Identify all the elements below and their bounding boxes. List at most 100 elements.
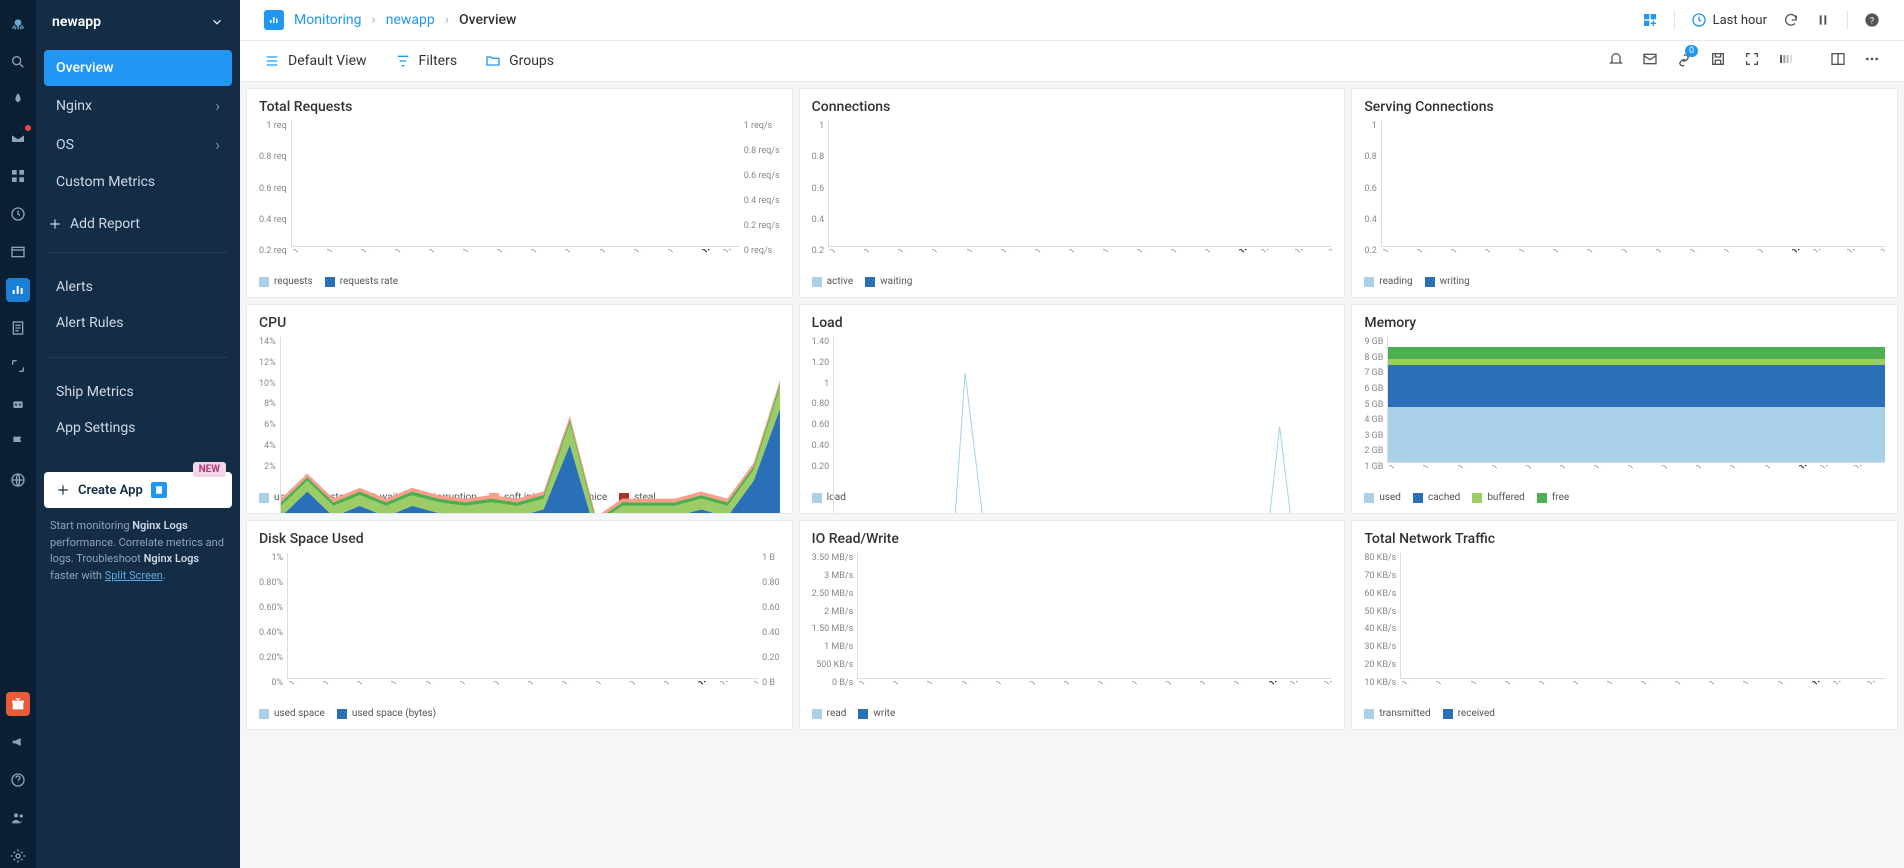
- chart-title: CPU: [259, 315, 780, 331]
- robot-icon[interactable]: [6, 392, 30, 416]
- more-icon[interactable]: [1864, 51, 1880, 71]
- chart-plot[interactable]: [857, 553, 1332, 679]
- pause-icon[interactable]: [1815, 12, 1831, 28]
- icon-rail: [0, 0, 36, 868]
- doc-icon: [151, 482, 167, 498]
- settings-icon[interactable]: [6, 844, 30, 868]
- time-range-selector[interactable]: Last hour: [1691, 12, 1767, 28]
- groups-button[interactable]: Groups: [485, 53, 554, 69]
- y-axis-left: 1 req0.8 req0.6 req0.4 req0.2 req: [259, 121, 287, 258]
- x-axis: 11:24 AM11:27 AM11:30 AM11:33 AM11:36 AM…: [291, 249, 740, 258]
- x-axis: 11:24 AM11:27 AM11:30 AM11:33 AM11:36 AM…: [857, 681, 1332, 690]
- y-axis-left: 3.50 MB/s3 MB/s2.50 MB/s2 MB/s1.50 MB/s1…: [812, 553, 854, 690]
- y-axis-left: 14%12%10%8%6%4%2%: [259, 337, 276, 474]
- chart-plot[interactable]: [287, 553, 758, 679]
- y-axis-left: 1.401.2010.800.600.400.20: [812, 337, 830, 474]
- chart-title: Load: [812, 315, 1333, 331]
- logo-icon[interactable]: [6, 12, 30, 36]
- legend-item: requests rate: [325, 276, 398, 287]
- create-app-button[interactable]: Create App: [44, 472, 232, 508]
- chart-plot[interactable]: [833, 337, 1332, 514]
- breadcrumb-app[interactable]: newapp: [386, 12, 435, 28]
- sidebar-item-app-settings[interactable]: App Settings: [44, 410, 232, 446]
- sidebar-item-overview[interactable]: Overview: [44, 50, 232, 86]
- chart-plot[interactable]: [828, 121, 1332, 247]
- help-icon[interactable]: ?: [1864, 12, 1880, 28]
- x-axis: 11:24 AM11:27 AM11:30 AM11:33 AM11:36 AM…: [1400, 681, 1885, 690]
- legend-swatch: [858, 709, 868, 719]
- legend-swatch: [1413, 493, 1423, 503]
- legend-label: active: [827, 276, 853, 287]
- grid-icon[interactable]: [6, 164, 30, 188]
- sidebar-item-label: Alerts: [56, 279, 93, 295]
- promo-text: Start monitoring Nginx Logs performance.…: [44, 508, 232, 594]
- filter-icon: [395, 53, 411, 69]
- sidebar-item-os[interactable]: OS›: [44, 125, 232, 164]
- chart-card-load: Load1.401.2010.800.600.400.2011:24 AM11:…: [799, 304, 1346, 514]
- expand-icon[interactable]: [6, 354, 30, 378]
- legend-item: cached: [1413, 492, 1460, 503]
- clock-icon[interactable]: [6, 202, 30, 226]
- breadcrumb-current: Overview: [459, 12, 516, 28]
- refresh-icon[interactable]: [1783, 12, 1799, 28]
- legend-label: reading: [1379, 276, 1412, 287]
- flag-icon[interactable]: [6, 430, 30, 454]
- team-icon[interactable]: [6, 806, 30, 830]
- legend-label: writing: [1440, 276, 1470, 287]
- mail-icon[interactable]: [1642, 51, 1658, 71]
- split-icon[interactable]: [1830, 51, 1846, 71]
- filters-button[interactable]: Filters: [395, 53, 458, 69]
- help-icon[interactable]: [6, 768, 30, 792]
- globe-icon[interactable]: [6, 468, 30, 492]
- doc-icon[interactable]: [6, 316, 30, 340]
- legend-swatch: [1364, 709, 1374, 719]
- legend-item: reading: [1364, 276, 1412, 287]
- link-icon[interactable]: 0: [1676, 51, 1692, 71]
- x-axis: 11:24 AM11:27 AM11:30 AM11:33 AM11:36 AM…: [1381, 249, 1885, 258]
- legend-item: free: [1537, 492, 1569, 503]
- app-selector[interactable]: newapp: [36, 0, 240, 44]
- chart-card-memory: Memory9 GB8 GB7 GB6 GB5 GB4 GB3 GB2 GB1 …: [1351, 304, 1898, 514]
- breadcrumb-monitoring[interactable]: Monitoring: [294, 12, 362, 28]
- chart-plot[interactable]: [1387, 337, 1885, 463]
- y-axis-left: 80 KB/s70 KB/s60 KB/s50 KB/s40 KB/s30 KB…: [1364, 553, 1396, 690]
- sidebar-item-custom-metrics[interactable]: Custom Metrics: [44, 164, 232, 200]
- chart-plot[interactable]: [280, 337, 780, 514]
- columns-icon[interactable]: [1778, 51, 1794, 71]
- window-icon[interactable]: [6, 240, 30, 264]
- legend: usedcachedbufferedfree: [1364, 492, 1885, 503]
- save-icon[interactable]: [1710, 51, 1726, 71]
- sidebar-item-alerts[interactable]: Alerts: [44, 269, 232, 305]
- chart-plot[interactable]: [1381, 121, 1885, 247]
- legend-item: received: [1443, 708, 1495, 719]
- add-report-button[interactable]: Add Report: [36, 206, 240, 242]
- legend-item: used: [1364, 492, 1401, 503]
- chart-plot[interactable]: [1400, 553, 1885, 679]
- legend-item: active: [812, 276, 853, 287]
- sidebar-item-nginx[interactable]: Nginx›: [44, 86, 232, 125]
- chart-icon[interactable]: [6, 278, 30, 302]
- bell-icon[interactable]: [1608, 51, 1624, 71]
- legend-swatch: [865, 277, 875, 287]
- legend: transmittedreceived: [1364, 708, 1885, 719]
- search-icon[interactable]: [6, 50, 30, 74]
- clock-icon: [1691, 12, 1707, 28]
- chart-plot[interactable]: [291, 121, 740, 247]
- split-screen-link[interactable]: Split Screen: [105, 569, 163, 582]
- legend-swatch: [1443, 709, 1453, 719]
- chevron-right-icon: ›: [215, 96, 220, 115]
- gift-icon[interactable]: [6, 692, 30, 716]
- default-view-button[interactable]: Default View: [264, 53, 367, 69]
- y-axis-left: 9 GB8 GB7 GB6 GB5 GB4 GB3 GB2 GB1 GB: [1364, 337, 1383, 474]
- breadcrumb: Monitoring › newapp › Overview: [264, 10, 516, 30]
- sidebar-item-ship-metrics[interactable]: Ship Metrics: [44, 374, 232, 410]
- fullscreen-icon[interactable]: [1744, 51, 1760, 71]
- apps-icon[interactable]: [1642, 12, 1658, 28]
- list-icon: [264, 53, 280, 69]
- legend-swatch: [1537, 493, 1547, 503]
- announce-icon[interactable]: [6, 730, 30, 754]
- rocket-icon[interactable]: [6, 88, 30, 112]
- sidebar-item-label: App Settings: [56, 420, 135, 436]
- sidebar-item-alert-rules[interactable]: Alert Rules: [44, 305, 232, 341]
- inbox-icon[interactable]: [6, 126, 30, 150]
